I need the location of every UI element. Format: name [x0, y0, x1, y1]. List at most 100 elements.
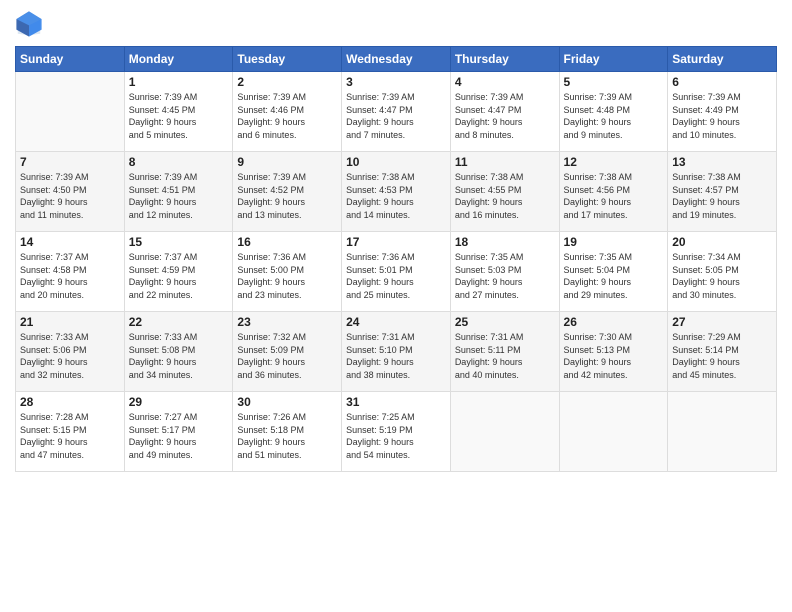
day-number: 9	[237, 155, 337, 169]
week-row-1: 7 Sunrise: 7:39 AM Sunset: 4:50 PM Daylig…	[16, 152, 777, 232]
day-info: Sunrise: 7:38 AM Sunset: 4:53 PM Dayligh…	[346, 171, 446, 221]
day-number: 18	[455, 235, 555, 249]
day-number: 7	[20, 155, 120, 169]
header-cell-thursday: Thursday	[450, 47, 559, 72]
header-cell-tuesday: Tuesday	[233, 47, 342, 72]
day-cell: 3 Sunrise: 7:39 AM Sunset: 4:47 PM Daylig…	[342, 72, 451, 152]
day-info: Sunrise: 7:28 AM Sunset: 5:15 PM Dayligh…	[20, 411, 120, 461]
day-cell: 7 Sunrise: 7:39 AM Sunset: 4:50 PM Daylig…	[16, 152, 125, 232]
day-info: Sunrise: 7:34 AM Sunset: 5:05 PM Dayligh…	[672, 251, 772, 301]
day-cell: 17 Sunrise: 7:36 AM Sunset: 5:01 PM Dayli…	[342, 232, 451, 312]
day-number: 30	[237, 395, 337, 409]
day-info: Sunrise: 7:37 AM Sunset: 4:59 PM Dayligh…	[129, 251, 229, 301]
week-row-0: 1 Sunrise: 7:39 AM Sunset: 4:45 PM Daylig…	[16, 72, 777, 152]
logo-icon	[15, 10, 43, 38]
day-number: 2	[237, 75, 337, 89]
day-info: Sunrise: 7:25 AM Sunset: 5:19 PM Dayligh…	[346, 411, 446, 461]
day-info: Sunrise: 7:30 AM Sunset: 5:13 PM Dayligh…	[564, 331, 664, 381]
day-info: Sunrise: 7:39 AM Sunset: 4:46 PM Dayligh…	[237, 91, 337, 141]
day-number: 4	[455, 75, 555, 89]
day-info: Sunrise: 7:39 AM Sunset: 4:48 PM Dayligh…	[564, 91, 664, 141]
day-cell: 22Sunrise: 7:33 AM Sunset: 5:08 PM Dayli…	[124, 312, 233, 392]
day-number: 6	[672, 75, 772, 89]
day-info: Sunrise: 7:35 AM Sunset: 5:03 PM Dayligh…	[455, 251, 555, 301]
logo	[15, 10, 47, 38]
day-cell: 14 Sunrise: 7:37 AM Sunset: 4:58 PM Dayli…	[16, 232, 125, 312]
header-cell-wednesday: Wednesday	[342, 47, 451, 72]
day-number: 27	[672, 315, 772, 329]
day-number: 5	[564, 75, 664, 89]
day-cell	[559, 392, 668, 472]
day-number: 11	[455, 155, 555, 169]
day-cell: 23 Sunrise: 7:32 AM Sunset: 5:09 PM Dayli…	[233, 312, 342, 392]
day-number: 10	[346, 155, 446, 169]
day-cell	[668, 392, 777, 472]
day-cell	[16, 72, 125, 152]
day-cell: 30 Sunrise: 7:26 AM Sunset: 5:18 PM Dayli…	[233, 392, 342, 472]
week-row-2: 14 Sunrise: 7:37 AM Sunset: 4:58 PM Dayli…	[16, 232, 777, 312]
day-info: Sunrise: 7:31 AM Sunset: 5:10 PM Dayligh…	[346, 331, 446, 381]
day-number: 19	[564, 235, 664, 249]
day-number: 20	[672, 235, 772, 249]
day-number: 25	[455, 315, 555, 329]
day-cell: 15 Sunrise: 7:37 AM Sunset: 4:59 PM Dayli…	[124, 232, 233, 312]
day-number: 15	[129, 235, 229, 249]
day-number: 1	[129, 75, 229, 89]
header-cell-saturday: Saturday	[668, 47, 777, 72]
day-cell: 31 Sunrise: 7:25 AM Sunset: 5:19 PM Dayli…	[342, 392, 451, 472]
day-cell: 13 Sunrise: 7:38 AM Sunset: 4:57 PM Dayli…	[668, 152, 777, 232]
week-row-3: 21 Sunrise: 7:33 AM Sunset: 5:06 PM Dayli…	[16, 312, 777, 392]
day-number: 3	[346, 75, 446, 89]
day-number: 16	[237, 235, 337, 249]
day-cell: 19 Sunrise: 7:35 AM Sunset: 5:04 PM Dayli…	[559, 232, 668, 312]
day-info: Sunrise: 7:38 AM Sunset: 4:57 PM Dayligh…	[672, 171, 772, 221]
page: SundayMondayTuesdayWednesdayThursdayFrid…	[0, 0, 792, 612]
day-number: 21	[20, 315, 120, 329]
day-info: Sunrise: 7:39 AM Sunset: 4:47 PM Dayligh…	[346, 91, 446, 141]
day-number: 28	[20, 395, 120, 409]
day-number: 24	[346, 315, 446, 329]
day-info: Sunrise: 7:29 AM Sunset: 5:14 PM Dayligh…	[672, 331, 772, 381]
day-cell: 1 Sunrise: 7:39 AM Sunset: 4:45 PM Daylig…	[124, 72, 233, 152]
day-info: Sunrise: 7:36 AM Sunset: 5:00 PM Dayligh…	[237, 251, 337, 301]
day-number: 8	[129, 155, 229, 169]
day-info: Sunrise: 7:39 AM Sunset: 4:50 PM Dayligh…	[20, 171, 120, 221]
day-cell: 24 Sunrise: 7:31 AM Sunset: 5:10 PM Dayli…	[342, 312, 451, 392]
day-info: Sunrise: 7:37 AM Sunset: 4:58 PM Dayligh…	[20, 251, 120, 301]
day-cell: 12 Sunrise: 7:38 AM Sunset: 4:56 PM Dayli…	[559, 152, 668, 232]
day-cell: 9Sunrise: 7:39 AM Sunset: 4:52 PM Daylig…	[233, 152, 342, 232]
day-cell: 28 Sunrise: 7:28 AM Sunset: 5:15 PM Dayli…	[16, 392, 125, 472]
day-info: Sunrise: 7:32 AM Sunset: 5:09 PM Dayligh…	[237, 331, 337, 381]
day-cell: 6 Sunrise: 7:39 AM Sunset: 4:49 PM Daylig…	[668, 72, 777, 152]
day-cell: 4 Sunrise: 7:39 AM Sunset: 4:47 PM Daylig…	[450, 72, 559, 152]
day-info: Sunrise: 7:39 AM Sunset: 4:49 PM Dayligh…	[672, 91, 772, 141]
header-cell-monday: Monday	[124, 47, 233, 72]
day-cell: 2 Sunrise: 7:39 AM Sunset: 4:46 PM Daylig…	[233, 72, 342, 152]
day-number: 29	[129, 395, 229, 409]
day-info: Sunrise: 7:31 AM Sunset: 5:11 PM Dayligh…	[455, 331, 555, 381]
day-info: Sunrise: 7:36 AM Sunset: 5:01 PM Dayligh…	[346, 251, 446, 301]
day-info: Sunrise: 7:26 AM Sunset: 5:18 PM Dayligh…	[237, 411, 337, 461]
header-cell-sunday: Sunday	[16, 47, 125, 72]
day-number: 14	[20, 235, 120, 249]
day-cell: 29Sunrise: 7:27 AM Sunset: 5:17 PM Dayli…	[124, 392, 233, 472]
day-cell: 25 Sunrise: 7:31 AM Sunset: 5:11 PM Dayli…	[450, 312, 559, 392]
day-cell: 21 Sunrise: 7:33 AM Sunset: 5:06 PM Dayli…	[16, 312, 125, 392]
day-cell	[450, 392, 559, 472]
header	[15, 10, 777, 38]
day-info: Sunrise: 7:33 AM Sunset: 5:06 PM Dayligh…	[20, 331, 120, 381]
day-number: 17	[346, 235, 446, 249]
day-cell: 26Sunrise: 7:30 AM Sunset: 5:13 PM Dayli…	[559, 312, 668, 392]
day-number: 31	[346, 395, 446, 409]
day-cell: 20 Sunrise: 7:34 AM Sunset: 5:05 PM Dayli…	[668, 232, 777, 312]
day-info: Sunrise: 7:35 AM Sunset: 5:04 PM Dayligh…	[564, 251, 664, 301]
day-number: 23	[237, 315, 337, 329]
day-info: Sunrise: 7:39 AM Sunset: 4:45 PM Dayligh…	[129, 91, 229, 141]
day-cell: 18 Sunrise: 7:35 AM Sunset: 5:03 PM Dayli…	[450, 232, 559, 312]
day-info: Sunrise: 7:38 AM Sunset: 4:55 PM Dayligh…	[455, 171, 555, 221]
day-number: 12	[564, 155, 664, 169]
day-info: Sunrise: 7:39 AM Sunset: 4:47 PM Dayligh…	[455, 91, 555, 141]
day-number: 13	[672, 155, 772, 169]
calendar-header-row: SundayMondayTuesdayWednesdayThursdayFrid…	[16, 47, 777, 72]
day-info: Sunrise: 7:38 AM Sunset: 4:56 PM Dayligh…	[564, 171, 664, 221]
